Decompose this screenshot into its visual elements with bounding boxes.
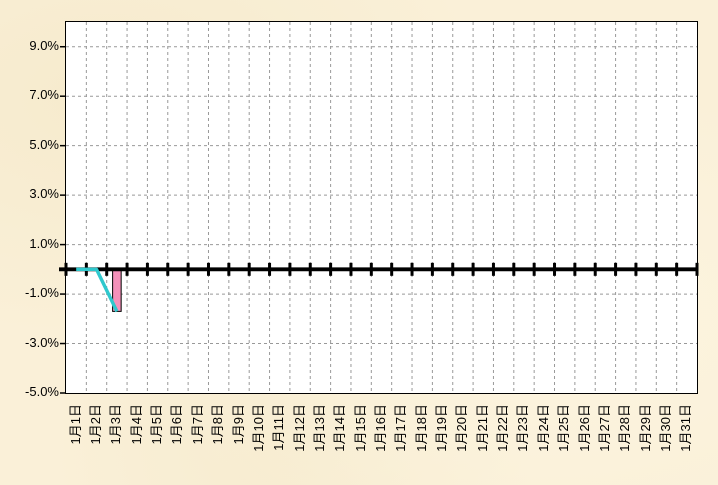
x-axis-label: 1月16日 [373,404,388,452]
chart-canvas [66,22,697,393]
x-axis-label: 1月12日 [292,404,307,452]
x-axis-label: 1月20日 [454,404,469,452]
x-axis-label: 1月13日 [312,404,327,452]
x-axis-label: 1月23日 [515,404,530,452]
x-axis-label: 1月18日 [414,404,429,452]
x-axis-label: 1月19日 [434,404,449,452]
x-axis-label: 1月11日 [271,404,286,451]
x-axis-label: 1月15日 [353,404,368,452]
x-axis-label: 1月17日 [393,404,408,452]
x-axis-label: 1月29日 [638,404,653,452]
y-axis-label: 5.0% [0,137,59,152]
line-series-path [76,269,117,311]
y-axis-label: -3.0% [0,335,59,350]
x-axis-label: 1月24日 [536,404,551,452]
y-axis-label: 1.0% [0,236,59,251]
x-axis-label: 1月3日 [108,404,123,444]
x-axis-label: 1月2日 [88,404,103,444]
x-axis-label: 1月25日 [556,404,571,452]
y-axis-label: 7.0% [0,87,59,102]
y-axis-label: -1.0% [0,285,59,300]
x-axis-label: 1月1日 [68,404,83,444]
x-axis-label: 1月26日 [577,404,592,452]
x-axis-label: 1月6日 [169,404,184,444]
x-axis-label: 1月10日 [251,404,266,452]
chart-area: 9.0% 7.0% 5.0% 3.0% 1.0% -1.0% -3.0% -5.0% 1月1日… [0,0,718,485]
x-axis-label: 1月27日 [597,404,612,452]
y-axis-label: 3.0% [0,186,59,201]
plot-area [65,21,698,394]
x-axis-label: 1月30日 [658,404,673,452]
x-axis-label: 1月14日 [332,404,347,452]
x-axis-label: 1月7日 [190,404,205,444]
x-axis-label: 1月28日 [617,404,632,452]
y-axis-label: 9.0% [0,38,59,53]
y-axis-label: -5.0% [0,384,59,399]
x-axis-label: 1月4日 [129,404,144,444]
x-axis-label: 1月22日 [495,404,510,452]
x-axis-label: 1月8日 [210,404,225,444]
x-axis-label: 1月5日 [149,404,164,444]
x-axis-label: 1月21日 [475,404,490,452]
x-axis-label: 1月31日 [678,404,693,452]
x-axis-label: 1月9日 [231,404,246,444]
